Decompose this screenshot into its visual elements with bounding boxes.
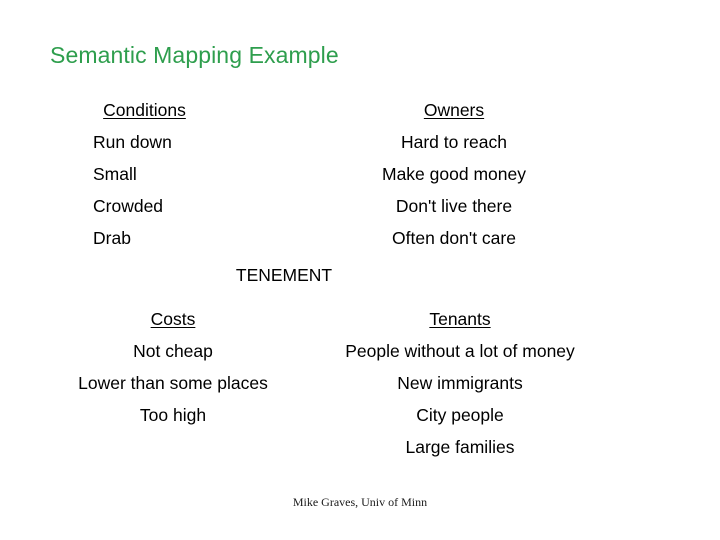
quadrant-conditions-item: Small xyxy=(93,164,137,184)
quadrant-tenants-heading: Tenants xyxy=(429,309,491,329)
quadrant-tenants-item: New immigrants xyxy=(397,373,523,393)
quadrant-owners: Owners Hard to reach Make good money Don… xyxy=(330,94,578,254)
credit-line: Mike Graves, Univ of Minn xyxy=(292,495,428,509)
quadrant-conditions-item: Run down xyxy=(93,132,172,152)
quadrant-costs: Costs Not cheap Lower than some places T… xyxy=(40,303,306,431)
quadrant-owners-item: Hard to reach xyxy=(400,132,508,152)
slide-canvas: Semantic Mapping Example Conditions Run … xyxy=(0,0,720,540)
quadrant-costs-item: Too high xyxy=(139,405,207,425)
quadrant-owners-item: Don't live there xyxy=(395,196,513,216)
quadrant-conditions-item: Drab xyxy=(93,228,131,248)
quadrant-owners-item: Make good money xyxy=(382,164,526,184)
quadrant-tenants-item: City people xyxy=(416,405,504,425)
quadrant-conditions-item: Crowded xyxy=(93,196,164,216)
quadrant-conditions-heading: Conditions xyxy=(103,100,186,120)
quadrant-tenants-item: People without a lot of money xyxy=(345,341,575,361)
quadrant-owners-item: Often don't care xyxy=(392,228,516,248)
page-title: Semantic Mapping Example xyxy=(50,42,339,68)
center-node-label: TENEMENT xyxy=(235,265,333,285)
quadrant-costs-item: Lower than some places xyxy=(78,373,268,393)
quadrant-conditions: Conditions Run down Small Crowded Drab xyxy=(58,94,228,254)
quadrant-owners-heading: Owners xyxy=(423,100,485,120)
quadrant-tenants: Tenants People without a lot of money Ne… xyxy=(320,303,600,463)
quadrant-tenants-item: Large families xyxy=(405,437,515,457)
quadrant-costs-heading: Costs xyxy=(150,309,196,329)
quadrant-costs-item: Not cheap xyxy=(133,341,213,361)
